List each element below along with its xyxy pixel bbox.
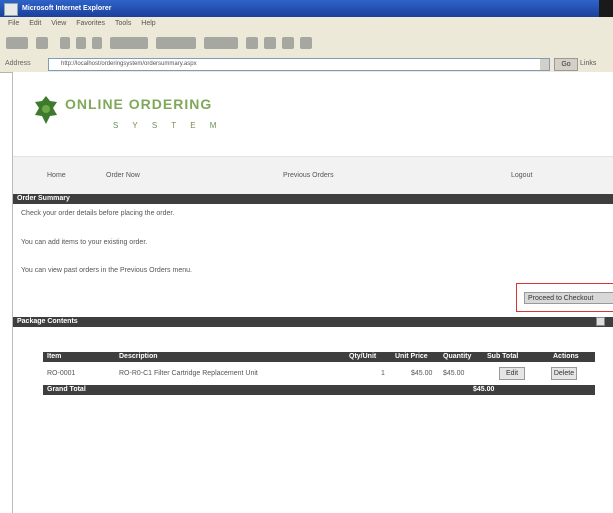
nav-logout[interactable]: Logout: [511, 170, 532, 182]
address-url[interactable]: http://localhost/orderingsystem/ordersum…: [61, 60, 261, 69]
logo-subtitle: S Y S T E M: [113, 121, 223, 130]
menu-tools[interactable]: Tools: [115, 20, 131, 27]
table-footer: Grand Total $45.00: [43, 385, 595, 395]
cell-description: RO-R0-C1 Filter Cartridge Replacement Un…: [119, 370, 258, 377]
links-button[interactable]: Links: [580, 58, 610, 69]
mail-button[interactable]: [264, 37, 276, 49]
menu-view[interactable]: View: [51, 20, 66, 27]
grand-total-label: Grand Total: [47, 386, 86, 393]
column-header: Qty/Unit: [349, 353, 377, 360]
edit-button[interactable]: [300, 37, 312, 49]
table-header: Item Description Qty/Unit Unit Price Qua…: [43, 352, 595, 362]
package-header: Package Contents: [13, 317, 613, 327]
main-nav: Home Order Now Previous Orders Logout: [13, 156, 613, 195]
window-title: Microsoft Internet Explorer: [22, 5, 112, 12]
menu-bar: File Edit View Favorites Tools Help: [0, 17, 613, 32]
favorites-button[interactable]: [156, 37, 196, 49]
cell-item: RO-0001: [47, 370, 76, 377]
site-header: ONLINE ORDERING S Y S T E M: [13, 72, 613, 156]
nav-order-now[interactable]: Order Now: [106, 170, 140, 182]
list-item: You can view past orders in the Previous…: [21, 267, 192, 274]
back-button[interactable]: [6, 37, 28, 49]
toolbar: [0, 31, 613, 57]
address-field[interactable]: http://localhost/orderingsystem/ordersum…: [48, 58, 550, 71]
address-label: Address: [5, 60, 31, 67]
menu-help[interactable]: Help: [141, 20, 155, 27]
search-button[interactable]: [110, 37, 148, 49]
history-button[interactable]: [246, 37, 258, 49]
nav-home[interactable]: Home: [47, 170, 66, 182]
column-header: Unit Price: [395, 353, 428, 360]
column-header: Quantity: [443, 353, 472, 360]
menu-file[interactable]: File: [8, 20, 19, 27]
cell-unit-price: $45.00: [411, 370, 433, 377]
media-button[interactable]: [204, 37, 238, 49]
logo-title: ONLINE ORDERING: [65, 96, 213, 112]
print-button[interactable]: [282, 37, 294, 49]
grand-total-value: $45.00: [473, 386, 495, 393]
list-item: You can add items to your existing order…: [21, 239, 148, 246]
page-content: ONLINE ORDERING S Y S T E M Home Order N…: [12, 72, 613, 513]
edit-row-button[interactable]: Edit: [499, 367, 525, 380]
checkout-button[interactable]: Proceed to Checkout: [524, 292, 613, 304]
go-button[interactable]: Go: [554, 58, 578, 71]
menu-edit[interactable]: Edit: [29, 20, 41, 27]
refresh-button[interactable]: [76, 37, 86, 49]
cell-qty: 1: [381, 370, 385, 377]
nav-previous-orders[interactable]: Previous Orders: [283, 170, 334, 182]
table-row: RO-0001 RO-R0-C1 Filter Cartridge Replac…: [43, 366, 595, 382]
delete-row-button[interactable]: Delete: [551, 367, 577, 380]
instructions-header: Order Summary: [13, 194, 613, 204]
column-header: Item: [47, 353, 62, 360]
close-icon[interactable]: [599, 0, 613, 17]
chevron-down-icon[interactable]: [540, 59, 549, 70]
collapse-icon[interactable]: [596, 317, 605, 326]
address-bar: Address http://localhost/orderingsystem/…: [0, 56, 613, 73]
column-header: Description: [119, 353, 158, 360]
cell-quantity: $45.00: [443, 370, 465, 377]
window-title-bar: Microsoft Internet Explorer: [0, 0, 613, 17]
package-title: Package Contents: [17, 318, 78, 325]
checkout-button-highlight: Proceed to Checkout: [516, 283, 613, 312]
menu-favorites[interactable]: Favorites: [76, 20, 105, 27]
browser-icon: [4, 3, 18, 16]
column-header: Actions: [553, 353, 579, 360]
logo-icon: [35, 96, 57, 124]
list-item: Check your order details before placing …: [21, 210, 175, 217]
stop-button[interactable]: [60, 37, 70, 49]
column-header: Sub Total: [487, 353, 519, 360]
home-button[interactable]: [92, 37, 102, 49]
forward-button[interactable]: [36, 37, 48, 49]
